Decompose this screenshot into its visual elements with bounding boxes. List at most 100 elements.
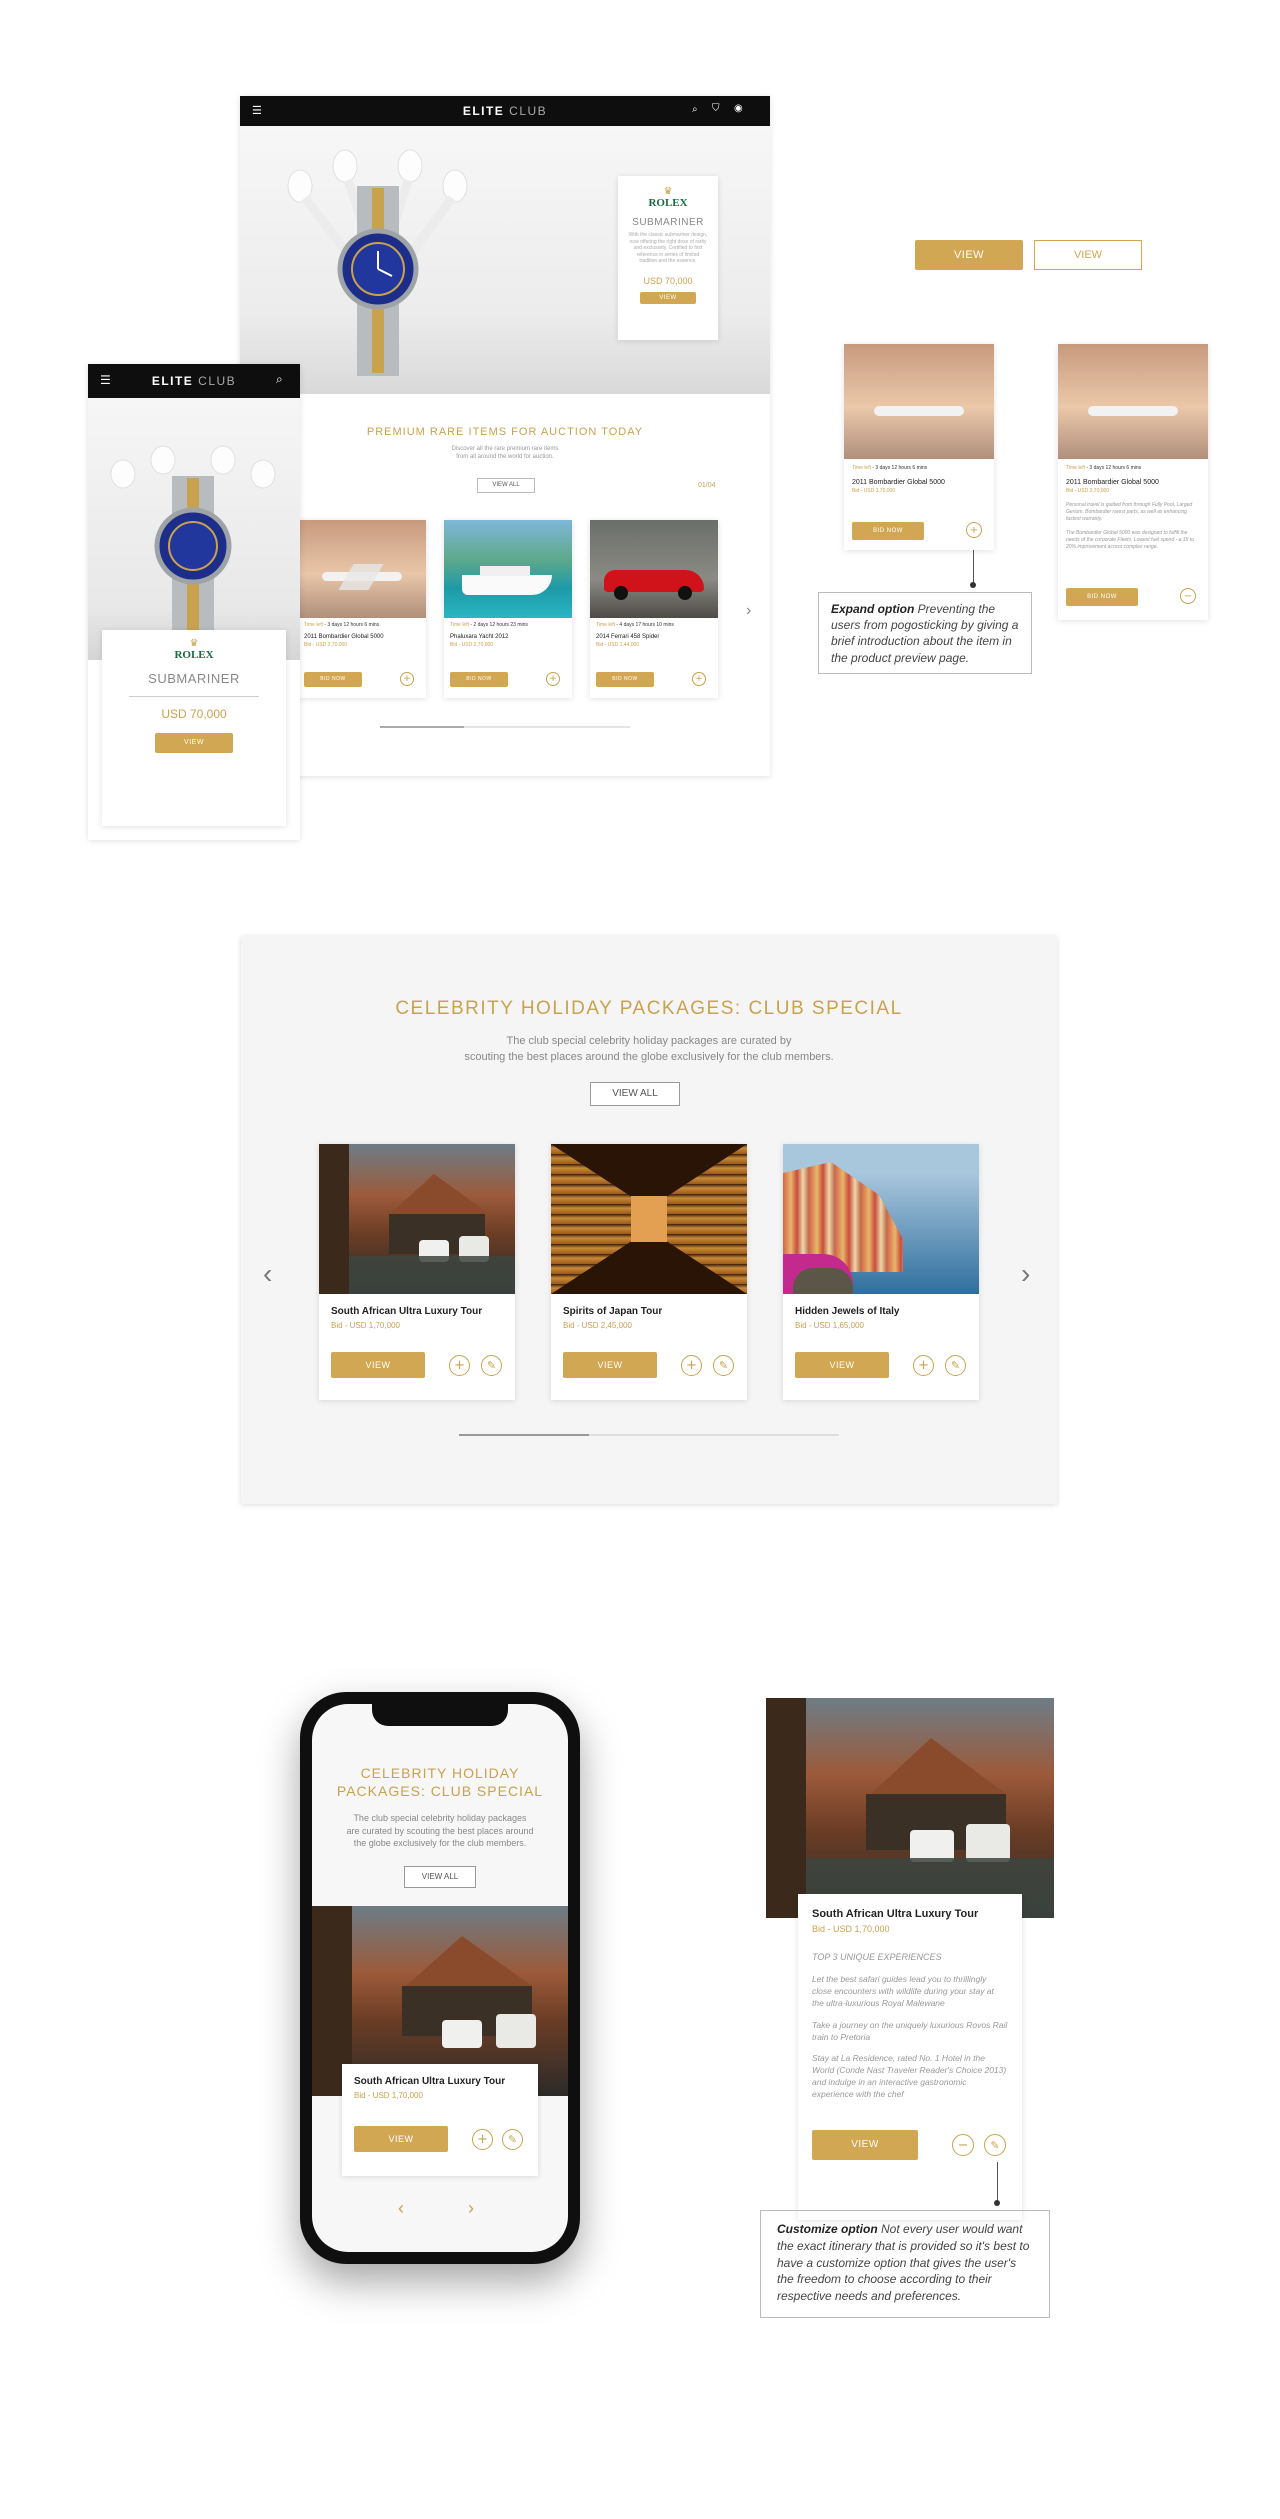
view-all-button[interactable]: VIEW ALL xyxy=(477,478,535,493)
search-icon[interactable]: ⌕ xyxy=(692,104,698,115)
bag-icon[interactable]: ⛉ xyxy=(712,103,720,114)
customize-note-title: Customize option xyxy=(777,2222,878,2236)
search-icon[interactable]: ⌕ xyxy=(276,372,283,387)
next-arrow-icon[interactable]: › xyxy=(1021,1258,1030,1290)
section-sub-line1: Discover all the rare premium rare items xyxy=(451,446,559,452)
item-description-2: The Bombardier Global 5000 was designed … xyxy=(1066,530,1194,550)
edit-pencil-icon[interactable]: ✎ xyxy=(984,2134,1006,2156)
view-all-button[interactable]: VIEW ALL xyxy=(590,1082,680,1106)
product-brand: ROLEX xyxy=(174,649,214,661)
holiday-sub-line2: scouting the best places around the glob… xyxy=(464,1050,834,1063)
prev-arrow-icon[interactable]: ‹ xyxy=(398,2198,404,2219)
bid-now-button[interactable]: BID NOW xyxy=(1066,588,1138,606)
package-card[interactable]: Spirits of Japan Tour Bid - USD 2,45,000… xyxy=(551,1144,747,1400)
prev-arrow-icon[interactable]: ‹ xyxy=(263,1258,272,1290)
product-price: USD 70,000 xyxy=(161,707,227,721)
view-button-filled[interactable]: VIEW xyxy=(915,240,1023,270)
scroll-track[interactable] xyxy=(380,726,630,728)
brand-logo[interactable]: ELITE CLUB xyxy=(152,374,236,388)
view-button[interactable]: VIEW xyxy=(331,1352,425,1378)
time-left-label: Time left xyxy=(450,622,469,628)
bid-now-button[interactable]: BID NOW xyxy=(304,672,362,687)
edit-pencil-icon[interactable]: ✎ xyxy=(713,1355,734,1376)
brand-bold: ELITE xyxy=(462,104,505,118)
auction-card[interactable]: Time left - 4 days 17 hours 10 mins 2014… xyxy=(590,520,718,698)
view-button[interactable]: VIEW xyxy=(812,2130,918,2160)
item-bid: Bid - USD 3,70,000 xyxy=(852,488,896,494)
crown-icon: ♛ xyxy=(663,186,673,197)
auction-items: Time left - 3 days 12 hours 6 mins 2011 … xyxy=(298,520,718,700)
phone-frame: CELEBRITY HOLIDAY PACKAGES: CLUB SPECIAL… xyxy=(300,1692,580,2264)
holiday-subtitle: The club special celebrity holiday packa… xyxy=(241,1034,1057,1066)
holiday-title: CELEBRITY HOLIDAY PACKAGES: CLUB SPECIAL xyxy=(395,998,903,1019)
edit-pencil-icon[interactable]: ✎ xyxy=(481,1355,502,1376)
mobile-navbar: ☰ ELITE CLUB ⌕ xyxy=(88,364,300,398)
holiday-sub-line1: The club special celebrity holiday packa… xyxy=(506,1035,792,1047)
plus-icon[interactable]: + xyxy=(692,672,706,686)
item-bid: Bid - USD 1,44,000 xyxy=(596,642,640,648)
view-button-outline[interactable]: VIEW xyxy=(1034,240,1142,270)
auction-card[interactable]: Time left - 3 days 12 hours 6 mins 2011 … xyxy=(298,520,426,698)
hamburger-icon[interactable]: ☰ xyxy=(100,373,111,387)
plus-icon[interactable]: + xyxy=(681,1355,702,1376)
package-name: Spirits of Japan Tour xyxy=(563,1306,663,1317)
expand-plus-icon[interactable]: + xyxy=(966,522,982,538)
scroll-thumb[interactable] xyxy=(380,726,464,728)
collapse-minus-icon[interactable]: − xyxy=(1180,588,1196,604)
view-button[interactable]: VIEW xyxy=(563,1352,657,1378)
package-name: South African Ultra Luxury Tour xyxy=(354,2076,506,2087)
package-card[interactable]: Hidden Jewels of Italy Bid - USD 1,65,00… xyxy=(783,1144,979,1400)
auction-card[interactable]: Time left - 2 days 12 hours 23 mins Phal… xyxy=(444,520,572,698)
plus-icon[interactable]: + xyxy=(913,1355,934,1376)
expand-note: Expand option Preventing the users from … xyxy=(818,592,1032,674)
plus-icon[interactable]: + xyxy=(472,2129,493,2150)
yacht-image xyxy=(444,520,572,618)
package-card[interactable]: South African Ultra Luxury Tour Bid - US… xyxy=(319,1144,515,1400)
connector-dot xyxy=(970,582,976,588)
italy-coast-image xyxy=(783,1144,979,1294)
item-name: 2011 Bombardier Global 5000 xyxy=(304,634,384,640)
experience-1: Let the best safari guides lead you to t… xyxy=(812,1974,994,2008)
next-arrow-icon[interactable]: › xyxy=(468,2198,474,2219)
package-bid: Bid - USD 1,70,000 xyxy=(812,1924,890,1934)
divider xyxy=(129,696,259,697)
phone-notch xyxy=(372,1704,508,1726)
phone-title-line1: CELEBRITY HOLIDAY xyxy=(360,1765,520,1781)
view-button[interactable]: VIEW xyxy=(640,292,696,304)
desktop-mockup: ☰ ELITE CLUB ⌕ ⛉ ◉ ♛ ROLEX SUBMARINER Wi… xyxy=(240,96,770,776)
phone-title-line2: PACKAGES: CLUB SPECIAL xyxy=(336,1783,544,1800)
minus-icon[interactable]: − xyxy=(952,2134,974,2156)
view-all-button[interactable]: VIEW ALL xyxy=(404,1866,476,1888)
holiday-panel: CELEBRITY HOLIDAY PACKAGES: CLUB SPECIAL… xyxy=(241,936,1057,1504)
scroll-track[interactable] xyxy=(459,1434,839,1436)
bid-now-button[interactable]: BID NOW xyxy=(596,672,654,687)
hero-banner: ♛ ROLEX SUBMARINER With the classic subm… xyxy=(240,126,770,394)
user-icon[interactable]: ◉ xyxy=(734,103,743,114)
plus-icon[interactable]: + xyxy=(400,672,414,686)
phone-package-card[interactable]: South African Ultra Luxury Tour Bid - US… xyxy=(342,2064,538,2176)
scroll-thumb[interactable] xyxy=(459,1434,589,1436)
expand-card-expanded[interactable]: Time left - 3 days 12 hours 6 mins 2011 … xyxy=(1058,344,1208,620)
time-left-value: - 3 days 12 hours 6 mins xyxy=(870,465,928,471)
bid-now-button[interactable]: BID NOW xyxy=(450,672,508,687)
brand-logo[interactable]: ELITE CLUB xyxy=(463,104,547,118)
plus-icon[interactable]: + xyxy=(546,672,560,686)
edit-pencil-icon[interactable]: ✎ xyxy=(945,1355,966,1376)
expand-card-collapsed[interactable]: Time left - 3 days 12 hours 6 mins 2011 … xyxy=(844,344,994,550)
item-description-1: Personal travel is guided from through F… xyxy=(1066,502,1193,522)
plus-icon[interactable]: + xyxy=(449,1355,470,1376)
next-arrow-icon[interactable]: › xyxy=(746,602,751,620)
edit-pencil-icon[interactable]: ✎ xyxy=(502,2129,523,2150)
package-bid: Bid - USD 1,70,000 xyxy=(354,2091,423,2100)
bid-now-button[interactable]: BID NOW xyxy=(852,522,924,540)
experience-3: Stay at La Residence, rated No. 1 Hotel … xyxy=(812,2053,1007,2100)
experiences-heading: TOP 3 UNIQUE EXPERIENCES xyxy=(812,1952,942,1962)
view-button[interactable]: VIEW xyxy=(795,1352,889,1378)
customize-note: Customize option Not every user would wa… xyxy=(760,2210,1050,2318)
hamburger-icon[interactable]: ☰ xyxy=(252,104,262,117)
watch-image xyxy=(287,149,468,376)
view-button[interactable]: VIEW xyxy=(155,733,233,753)
view-button[interactable]: VIEW xyxy=(354,2126,448,2152)
customize-card[interactable]: South African Ultra Luxury Tour Bid - US… xyxy=(798,1894,1022,2220)
item-bid: Bid - USD 2,70,000 xyxy=(450,642,494,648)
